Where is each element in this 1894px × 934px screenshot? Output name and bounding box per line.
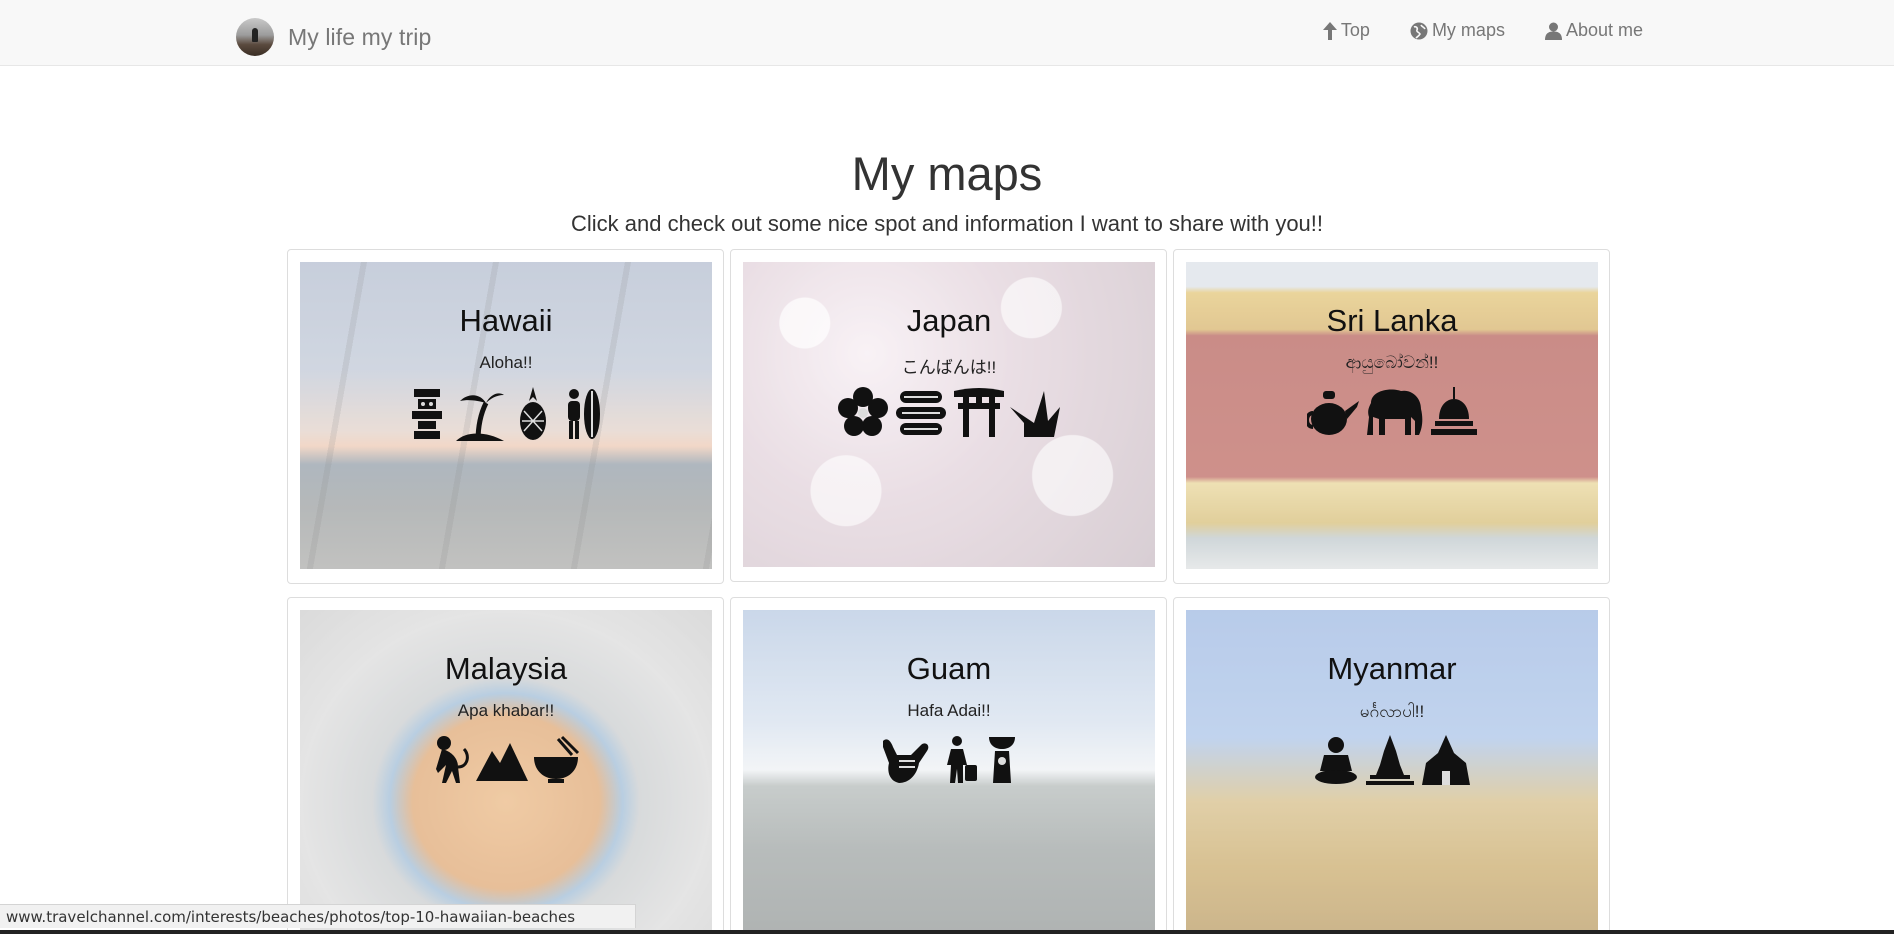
card-title: Myanmar xyxy=(1327,651,1457,686)
nav-link-about-me-label: About me xyxy=(1565,20,1643,40)
card-title: Hawaii xyxy=(459,303,553,338)
tiki-icon xyxy=(412,389,442,439)
card-greeting: こんばんは!! xyxy=(901,358,997,377)
surfer-icon xyxy=(568,389,600,439)
mountain-icon xyxy=(476,743,528,781)
card-photo: Malaysia Apa khabar!! xyxy=(300,610,712,930)
card-photo: Hawaii Aloha!! xyxy=(300,262,712,569)
card-photo: Sri Lanka ආයුබෝවන්!! xyxy=(1186,262,1598,569)
torii-icon xyxy=(954,388,1004,437)
card-greeting: မင်္ဂလာပါ!! xyxy=(1359,702,1425,721)
brand-title: My life my trip xyxy=(288,23,432,50)
nav-link-my-maps[interactable]: My maps xyxy=(1410,20,1505,41)
card-icons xyxy=(743,735,1155,785)
map-card-guam[interactable]: Guam Hafa Adai!! xyxy=(730,597,1167,934)
card-photo: Myanmar မင်္ဂလာပါ!! xyxy=(1186,610,1598,930)
shaka-hand-icon xyxy=(883,739,929,783)
traveler-icon xyxy=(947,736,977,783)
temple-icon xyxy=(1422,735,1470,785)
card-icons xyxy=(743,387,1155,437)
card-title: Malaysia xyxy=(444,651,568,686)
map-card-myanmar[interactable]: Myanmar မင်္ဂလာပါ!! xyxy=(1173,597,1610,934)
nav-link-my-maps-label: My maps xyxy=(1431,20,1505,40)
card-greeting: Hafa Adai!! xyxy=(907,701,991,720)
user-icon xyxy=(1544,22,1562,40)
page-title: My maps xyxy=(851,147,1043,200)
stupa-icon xyxy=(1431,387,1477,435)
card-greeting: Aloha!! xyxy=(479,353,533,372)
map-card-malaysia[interactable]: Malaysia Apa khabar!! xyxy=(287,597,724,934)
card-icons xyxy=(1186,735,1598,785)
paper-crane-icon xyxy=(1010,391,1060,437)
brand-link[interactable]: My life my trip xyxy=(236,18,431,56)
globe-icon xyxy=(1410,22,1428,39)
map-card-hawaii[interactable]: Hawaii Aloha!! xyxy=(287,249,724,584)
page-subtitle: Click and check out some nice spot and i… xyxy=(570,211,1324,236)
avatar xyxy=(236,18,274,56)
pagoda-icon xyxy=(1366,735,1414,785)
card-icons xyxy=(300,387,712,441)
sushi-icon xyxy=(896,391,946,435)
card-greeting: Apa khabar!! xyxy=(457,701,555,720)
nav-links: Top My maps About me xyxy=(1283,20,1643,41)
arrow-up-icon xyxy=(1322,21,1337,40)
card-greeting: ආයුබෝවන්!! xyxy=(1345,353,1439,372)
sakura-icon xyxy=(838,387,888,436)
map-card-sri-lanka[interactable]: Sri Lanka ආයුබෝවන්!! xyxy=(1173,249,1610,584)
navbar: My life my trip Top My maps About me xyxy=(0,0,1894,66)
nav-link-top-label: Top xyxy=(1340,20,1370,40)
teapot-icon xyxy=(1307,391,1359,435)
card-photo: Guam Hafa Adai!! xyxy=(743,610,1155,930)
card-title: Guam xyxy=(906,651,992,686)
link-status-bar: www.travelchannel.com/interests/beaches/… xyxy=(0,904,636,928)
nav-link-about-me[interactable]: About me xyxy=(1544,20,1643,41)
card-icons xyxy=(1186,387,1598,437)
card-photo: Japan こんばんは!! xyxy=(743,262,1155,567)
nav-link-top[interactable]: Top xyxy=(1322,20,1370,41)
noodle-bowl-icon xyxy=(534,735,580,783)
buddha-icon xyxy=(1315,737,1357,784)
card-icons xyxy=(300,735,712,785)
latte-stone-icon xyxy=(989,737,1015,783)
card-title: Sri Lanka xyxy=(1326,303,1458,338)
card-title: Japan xyxy=(906,303,992,338)
window-bottom-edge xyxy=(0,930,1894,934)
monkey-icon xyxy=(436,736,469,783)
palm-island-icon xyxy=(456,393,504,441)
elephant-icon xyxy=(1367,389,1423,435)
map-card-japan[interactable]: Japan こんばんは!! xyxy=(730,249,1167,582)
pineapple-icon xyxy=(520,387,546,440)
